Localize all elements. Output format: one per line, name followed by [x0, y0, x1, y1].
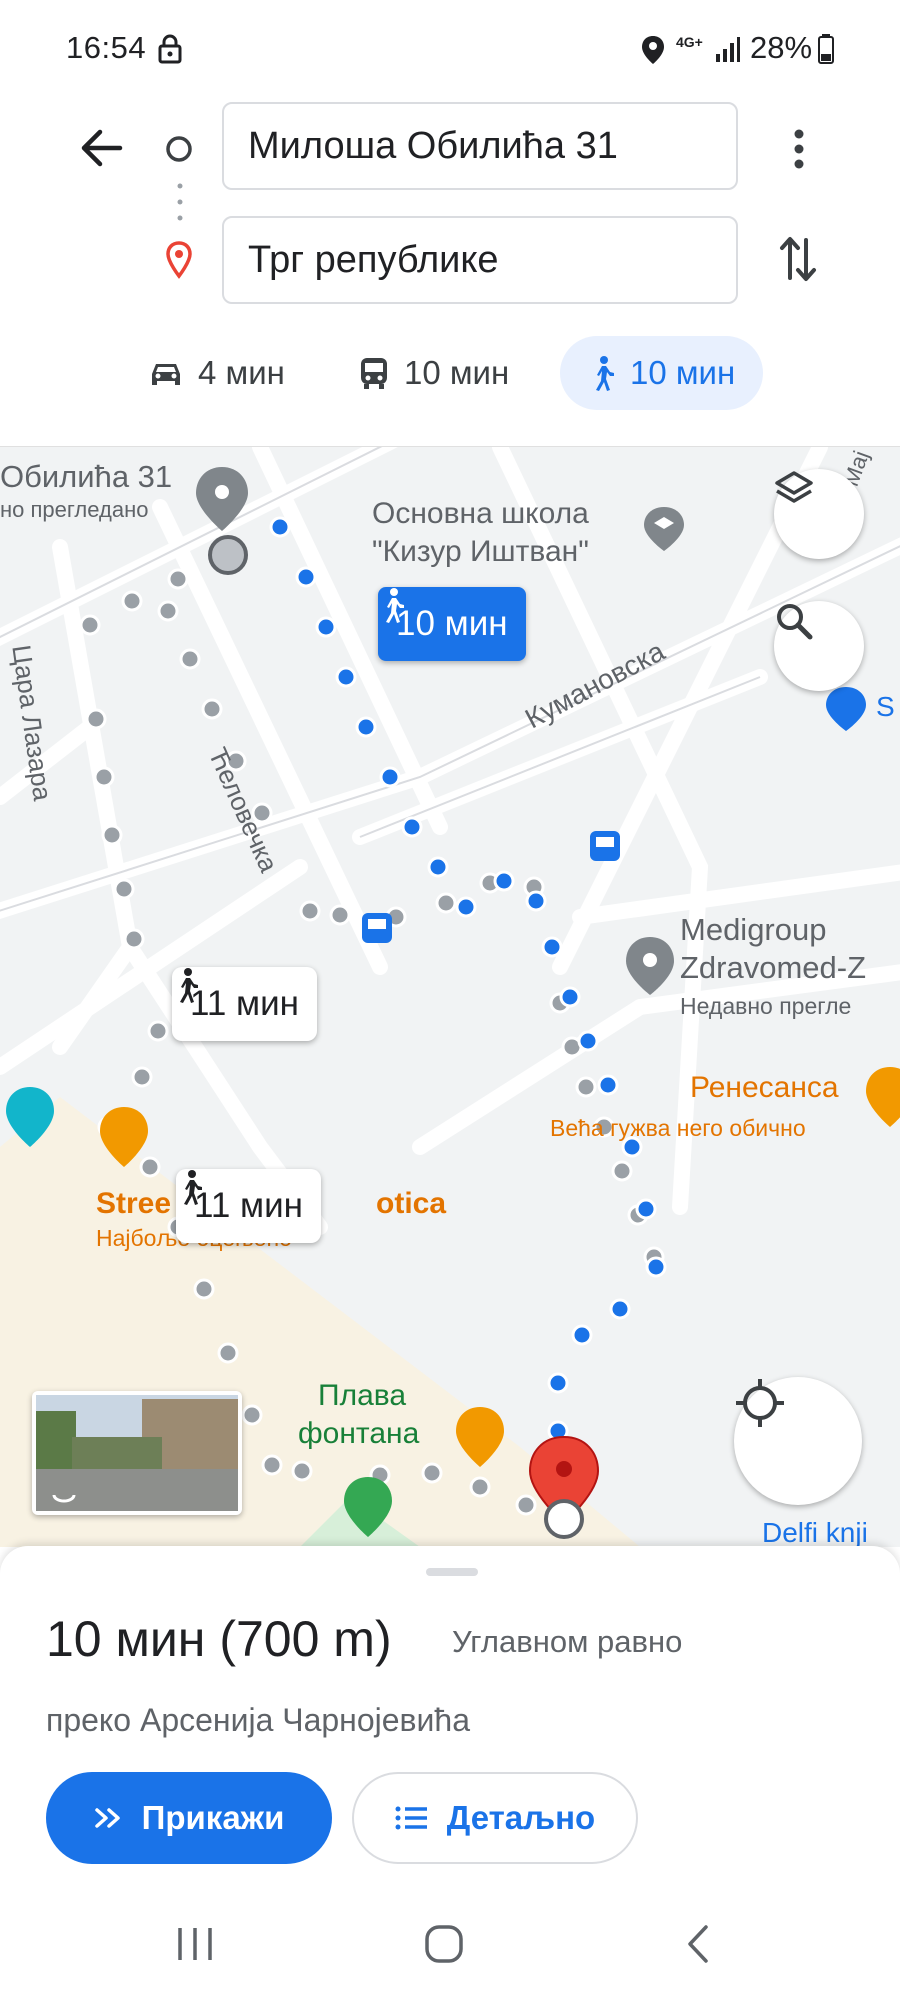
my-location-button[interactable]: [734, 1377, 862, 1505]
swap-icon[interactable]: [778, 234, 818, 284]
mode-car-label: 4 мин: [198, 354, 285, 391]
route-duration: 10 мин (700 m): [46, 1610, 392, 1668]
mode-walk-label: 10 мин: [630, 354, 736, 391]
mode-walk[interactable]: 10 мин: [560, 336, 764, 410]
signal-icon: [716, 37, 740, 62]
medigroup-sublabel: Недавно прегле: [680, 993, 852, 1019]
plava-label-line1: Плава: [318, 1379, 407, 1412]
car-icon: [148, 358, 184, 388]
destination-input[interactable]: Трг републике: [222, 216, 738, 304]
list-icon: [395, 1806, 427, 1830]
route-main-time: 10 мин: [396, 604, 508, 643]
more-options-icon[interactable]: [784, 126, 814, 172]
drag-handle[interactable]: [426, 1568, 478, 1576]
renesansa-label: Ренесанса: [690, 1071, 839, 1104]
street-food-label-left: Stree: [96, 1187, 172, 1220]
street-food-label-right: otica: [376, 1187, 447, 1220]
origin-map-label: Обилића 31: [0, 459, 173, 494]
street-view-image: [36, 1395, 238, 1511]
origin-circle-icon: [166, 136, 192, 162]
double-chevron-icon: [94, 1808, 120, 1828]
walking-icon: [588, 355, 616, 391]
street-view-thumbnail[interactable]: [32, 1391, 242, 1515]
route-via: преко Арсенија Чарнојевића: [46, 1702, 471, 1738]
route-terrain: Углавном равно: [452, 1624, 683, 1659]
system-nav-bar: [0, 1886, 900, 2000]
search-button[interactable]: [774, 601, 864, 691]
location-icon: [642, 36, 664, 64]
route-alt1-time: 11 мин: [190, 984, 299, 1023]
directions-header: Милоша Обилића 31 Трг републике 4 мин 10…: [0, 100, 900, 445]
crosshair-icon: [736, 1379, 784, 1427]
route-main-bubble[interactable]: 10 мин: [378, 587, 526, 661]
medigroup-label-line2: Zdravomed-Z: [680, 950, 867, 985]
route-duration-value: 10 мин: [46, 1611, 206, 1667]
walking-icon: [184, 1170, 202, 1205]
route-distance: (700 m): [219, 1611, 392, 1667]
bus-icon: [358, 356, 390, 390]
details-button-label: Детаљно: [446, 1799, 596, 1836]
show-button[interactable]: Прикажи: [46, 1772, 332, 1864]
origin-input[interactable]: Милоша Обилића 31: [222, 102, 738, 190]
school-label: Основна школа "Кизур Иштван": [372, 495, 589, 571]
search-icon: [777, 604, 813, 640]
route-alt2-bubble[interactable]: 11 мин: [176, 1169, 321, 1243]
destination-pin-icon: [166, 241, 192, 279]
back-arrow-icon[interactable]: [80, 126, 124, 170]
details-button[interactable]: Детаљно: [352, 1772, 638, 1864]
school-label-line2: "Кизур Иштван": [372, 535, 589, 568]
renesansa-sublabel: Већа гужва него обично: [550, 1115, 806, 1141]
layers-button[interactable]: [774, 469, 864, 559]
route-dots-icon: [177, 183, 183, 221]
home-icon[interactable]: [424, 1924, 464, 1964]
status-bar: 16:54 4G+ 28%: [0, 0, 900, 100]
battery-percent: 28%: [750, 30, 813, 65]
plava-fontana-label: Плава фонтана: [298, 1377, 419, 1453]
battery-icon: [818, 34, 834, 64]
back-icon[interactable]: [684, 1924, 712, 1964]
mode-transit[interactable]: 10 мин: [358, 336, 509, 410]
shop-partial-label: S: [876, 691, 895, 722]
mode-car[interactable]: 4 мин: [148, 336, 285, 410]
lock-icon: [158, 34, 182, 64]
route-summary-sheet: 10 мин (700 m) Углавном равно преко Арсе…: [0, 1546, 900, 1886]
medigroup-label: Medigroup Zdravomed-Z Недавно прегле: [680, 911, 866, 1025]
walking-icon: [180, 968, 198, 1003]
map-view[interactable]: Обилића 31 но прегледано Основна школа "…: [0, 446, 900, 1547]
route-alt2-time: 11 мин: [194, 1186, 303, 1225]
show-button-label: Прикажи: [141, 1799, 285, 1836]
plava-label-line2: фонтана: [298, 1417, 420, 1450]
medigroup-label-line1: Medigroup: [680, 912, 827, 947]
school-label-line1: Основна школа: [372, 497, 589, 530]
origin-map-sublabel: но прегледано: [0, 497, 149, 522]
status-time: 16:54: [66, 30, 147, 65]
route-alt1-bubble[interactable]: 11 мин: [172, 967, 317, 1041]
layers-icon: [775, 471, 813, 503]
mode-transit-label: 10 мин: [404, 354, 510, 391]
recent-apps-icon[interactable]: [176, 1926, 214, 1962]
delfi-label: Delfi knji: [762, 1517, 868, 1547]
network-type: 4G+: [676, 34, 703, 50]
walking-icon: [386, 588, 404, 623]
